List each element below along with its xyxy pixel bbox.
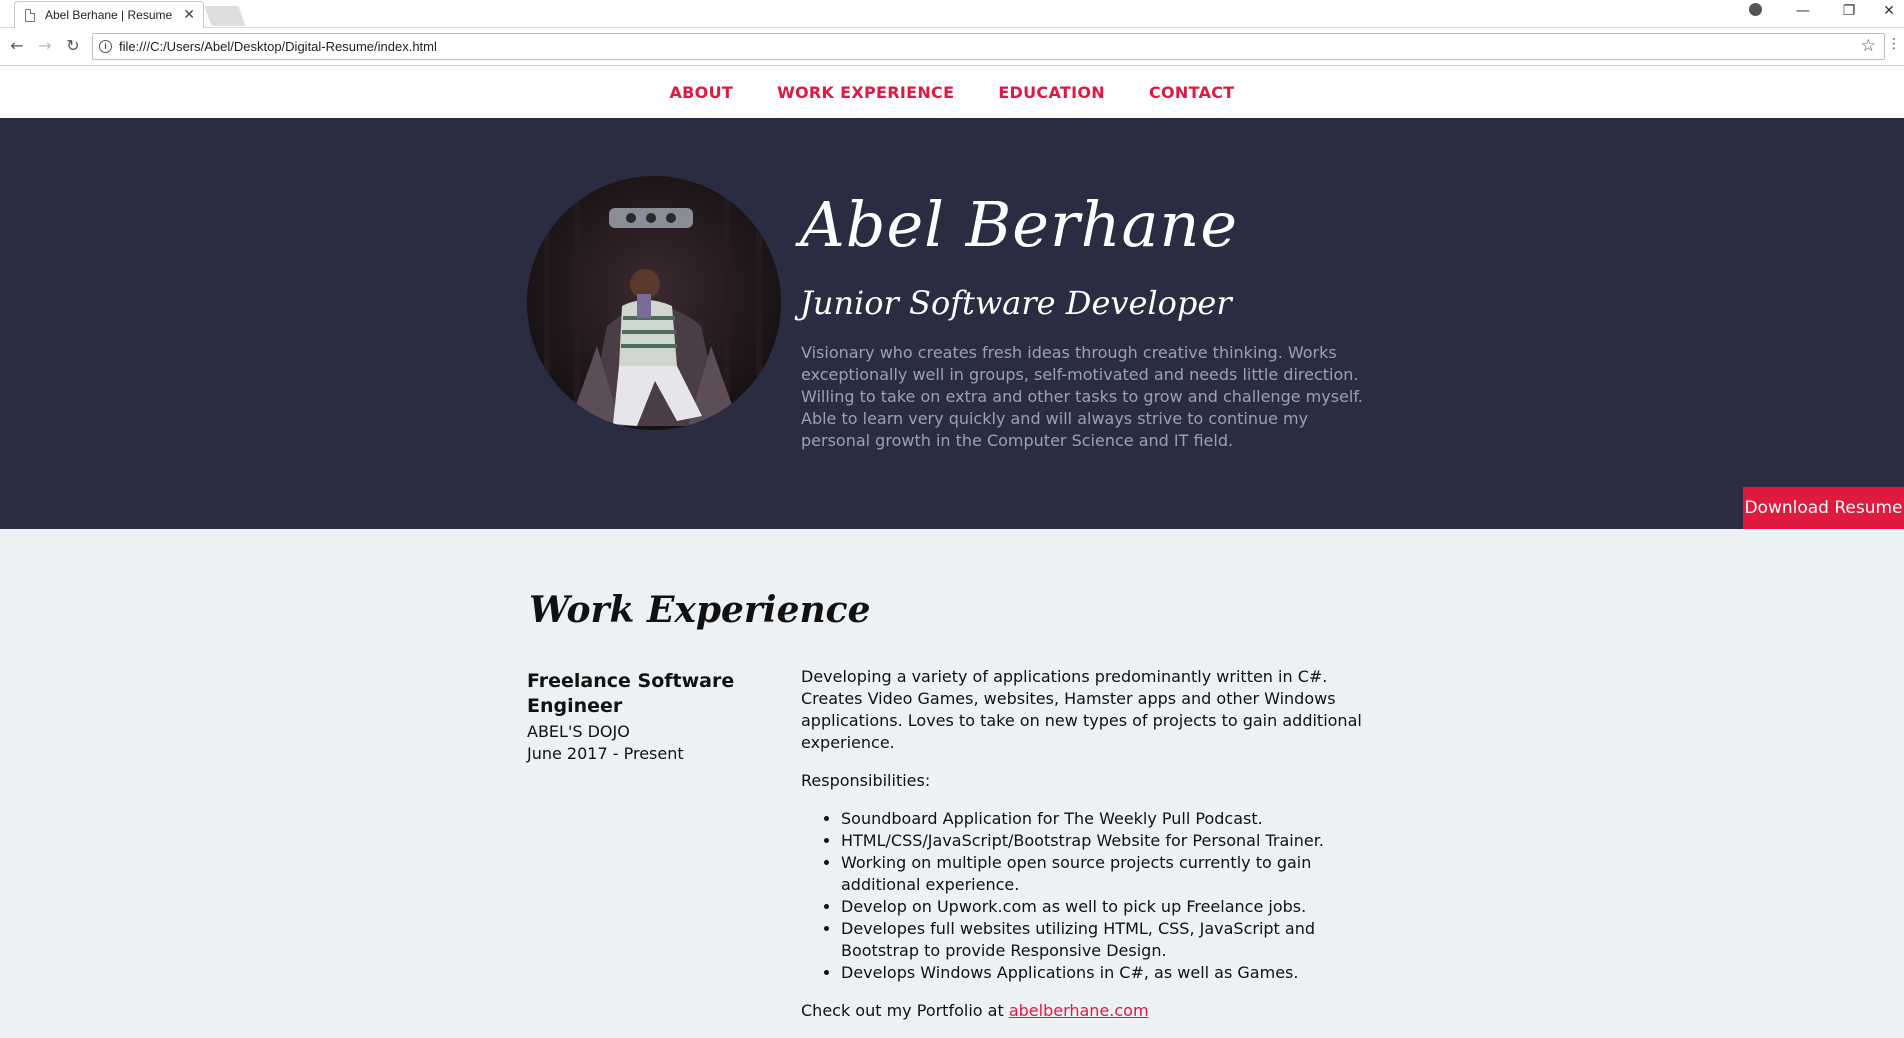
job-company: ABEL'S DOJO: [527, 722, 630, 741]
profile-photo: [527, 176, 781, 430]
nav-contact[interactable]: CONTACT: [1149, 83, 1235, 102]
list-item: Working on multiple open source projects…: [841, 852, 1381, 896]
site-nav: ABOUT WORK EXPERIENCE EDUCATION CONTACT: [0, 66, 1904, 118]
forward-button[interactable]: →: [34, 36, 56, 55]
bookmark-star-icon[interactable]: ☆: [1861, 36, 1876, 56]
list-item: Developes full websites utilizing HTML, …: [841, 918, 1381, 962]
nav-education[interactable]: EDUCATION: [998, 83, 1105, 102]
back-button[interactable]: ←: [6, 36, 28, 55]
info-icon[interactable]: i: [99, 40, 112, 53]
section-title: Work Experience: [529, 589, 871, 631]
document-icon: [25, 9, 35, 22]
list-item: Soundboard Application for The Weekly Pu…: [841, 808, 1381, 830]
job-meta: Freelance Software Engineer ABEL'S DOJO …: [527, 669, 757, 765]
hero-name: Abel Berhane: [800, 188, 1239, 261]
hero-job-title: Junior Software Developer: [800, 284, 1232, 322]
hero-section: Abel Berhane Junior Software Developer V…: [0, 118, 1904, 529]
hero-bio: Visionary who creates fresh ideas throug…: [801, 343, 1363, 450]
work-experience-section: Work Experience Freelance Software Engin…: [0, 529, 1904, 1037]
responsibilities-list: Soundboard Application for The Weekly Pu…: [841, 808, 1381, 984]
close-window-button[interactable]: ✕: [1874, 3, 1904, 19]
download-resume-button[interactable]: Download Resume: [1743, 487, 1904, 529]
list-item: Develop on Upwork.com as well to pick up…: [841, 896, 1381, 918]
browser-menu-icon[interactable]: ⋮: [1887, 36, 1901, 52]
portfolio-prefix: Check out my Portfolio at: [801, 1001, 1009, 1020]
browser-toolbar: ← → ↻ i file:///C:/Users/Abel/Desktop/Di…: [0, 28, 1904, 66]
new-tab-button[interactable]: [204, 6, 246, 26]
list-item: Develops Windows Applications in C#, as …: [841, 962, 1381, 984]
job-dates: June 2017 - Present: [527, 744, 684, 763]
list-item: HTML/CSS/JavaScript/Bootstrap Website fo…: [841, 830, 1381, 852]
restore-button[interactable]: ❐: [1834, 3, 1864, 19]
portfolio-link[interactable]: abelberhane.com: [1009, 1001, 1149, 1020]
page: ABOUT WORK EXPERIENCE EDUCATION CONTACT: [0, 66, 1904, 1037]
address-bar[interactable]: i file:///C:/Users/Abel/Desktop/Digital-…: [92, 33, 1885, 60]
reload-button[interactable]: ↻: [62, 36, 84, 55]
browser-tab[interactable]: Abel Berhane | Resume ✕: [14, 1, 204, 28]
minimize-button[interactable]: —: [1788, 3, 1818, 19]
url-text[interactable]: file:///C:/Users/Abel/Desktop/Digital-Re…: [119, 39, 437, 54]
responsibilities-label: Responsibilities:: [801, 771, 931, 790]
portfolio-line: Check out my Portfolio at abelberhane.co…: [801, 1000, 1381, 1022]
nav-about[interactable]: ABOUT: [669, 83, 733, 102]
tab-close-icon[interactable]: ✕: [183, 6, 195, 23]
account-icon[interactable]: [1740, 3, 1770, 20]
job-summary: Developing a variety of applications pre…: [801, 667, 1362, 752]
browser-tabstrip: Abel Berhane | Resume ✕ — ❐ ✕: [0, 0, 1904, 28]
job-details: Developing a variety of applications pre…: [801, 666, 1381, 1038]
nav-work-experience[interactable]: WORK EXPERIENCE: [777, 83, 954, 102]
tab-title: Abel Berhane | Resume: [45, 8, 173, 22]
job-title: Freelance Software Engineer: [527, 670, 735, 717]
